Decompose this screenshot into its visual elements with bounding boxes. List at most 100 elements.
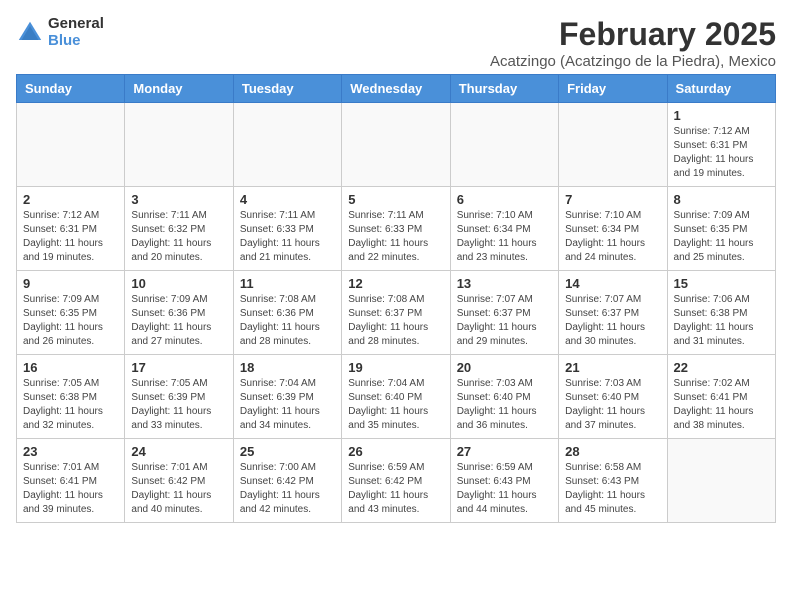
day-info: Sunrise: 7:11 AM Sunset: 6:33 PM Dayligh…: [240, 209, 335, 265]
day-cell-19: 19Sunrise: 7:04 AM Sunset: 6:40 PM Dayli…: [342, 355, 450, 439]
title-area: February 2025 Acatzingo (Acatzingo de la…: [490, 16, 776, 70]
day-header-saturday: Saturday: [667, 75, 775, 103]
day-number: 6: [457, 192, 552, 207]
day-cell-11: 11 Sunrise: 7:08 AM Sunset: 6:36 PM Dayli…: [233, 271, 341, 355]
day-header-tuesday: Tuesday: [233, 75, 341, 103]
calendar-week-2: 2Sunrise: 7:12 AM Sunset: 6:31 PM Daylig…: [17, 187, 776, 271]
logo: General Blue: [16, 16, 104, 49]
day-info: Sunrise: 7:09 AM Sunset: 6:35 PM Dayligh…: [674, 209, 769, 265]
day-number: 16: [23, 360, 118, 375]
day-info: Sunrise: 7:12 AM Sunset: 6:31 PM Dayligh…: [674, 125, 769, 181]
day-header-friday: Friday: [559, 75, 667, 103]
day-cell-3: 3 Sunrise: 7:11 AM Sunset: 6:32 PM Daylig…: [125, 187, 233, 271]
day-cell-2: 2Sunrise: 7:12 AM Sunset: 6:31 PM Daylig…: [17, 187, 125, 271]
day-number: 21: [565, 360, 660, 375]
day-number: 8: [674, 192, 769, 207]
day-info: Sunrise: 7:01 AM Sunset: 6:42 PM Dayligh…: [131, 461, 226, 517]
empty-cell: [667, 439, 775, 523]
day-number: 7: [565, 192, 660, 207]
day-number: 11: [240, 276, 335, 291]
day-cell-20: 20 Sunrise: 7:03 AM Sunset: 6:40 PM Dayli…: [450, 355, 558, 439]
day-info: Sunrise: 7:10 AM Sunset: 6:34 PM Dayligh…: [457, 209, 552, 265]
day-info: Sunrise: 7:10 AM Sunset: 6:34 PM Dayligh…: [565, 209, 660, 265]
day-info: Sunrise: 7:08 AM Sunset: 6:36 PM Dayligh…: [240, 293, 335, 349]
day-info: Sunrise: 7:02 AM Sunset: 6:41 PM Dayligh…: [674, 377, 769, 433]
day-header-sunday: Sunday: [17, 75, 125, 103]
day-info: Sunrise: 6:59 AM Sunset: 6:42 PM Dayligh…: [348, 461, 443, 517]
day-number: 20: [457, 360, 552, 375]
day-info: Sunrise: 7:09 AM Sunset: 6:36 PM Dayligh…: [131, 293, 226, 349]
day-cell-9: 9 Sunrise: 7:09 AM Sunset: 6:35 PM Daylig…: [17, 271, 125, 355]
day-cell-21: 21Sunrise: 7:03 AM Sunset: 6:40 PM Dayli…: [559, 355, 667, 439]
day-number: 14: [565, 276, 660, 291]
logo-general-text: General: [48, 16, 104, 33]
logo-text: General Blue: [48, 16, 104, 49]
day-cell-23: 23 Sunrise: 7:01 AM Sunset: 6:41 PM Dayli…: [17, 439, 125, 523]
day-cell-8: 8 Sunrise: 7:09 AM Sunset: 6:35 PM Daylig…: [667, 187, 775, 271]
day-number: 10: [131, 276, 226, 291]
day-number: 4: [240, 192, 335, 207]
day-cell-7: 7 Sunrise: 7:10 AM Sunset: 6:34 PM Daylig…: [559, 187, 667, 271]
day-info: Sunrise: 7:05 AM Sunset: 6:39 PM Dayligh…: [131, 377, 226, 433]
day-number: 26: [348, 444, 443, 459]
day-number: 25: [240, 444, 335, 459]
day-cell-16: 16 Sunrise: 7:05 AM Sunset: 6:38 PM Dayli…: [17, 355, 125, 439]
day-number: 9: [23, 276, 118, 291]
calendar-header-row: SundayMondayTuesdayWednesdayThursdayFrid…: [17, 75, 776, 103]
calendar-week-3: 9 Sunrise: 7:09 AM Sunset: 6:35 PM Daylig…: [17, 271, 776, 355]
day-info: Sunrise: 7:05 AM Sunset: 6:38 PM Dayligh…: [23, 377, 118, 433]
day-cell-13: 13 Sunrise: 7:07 AM Sunset: 6:37 PM Dayli…: [450, 271, 558, 355]
day-info: Sunrise: 7:01 AM Sunset: 6:41 PM Dayligh…: [23, 461, 118, 517]
day-number: 1: [674, 108, 769, 123]
logo-icon: [16, 19, 44, 47]
day-number: 22: [674, 360, 769, 375]
day-cell-14: 14 Sunrise: 7:07 AM Sunset: 6:37 PM Dayli…: [559, 271, 667, 355]
day-info: Sunrise: 7:09 AM Sunset: 6:35 PM Dayligh…: [23, 293, 118, 349]
day-number: 3: [131, 192, 226, 207]
empty-cell: [559, 103, 667, 187]
empty-cell: [342, 103, 450, 187]
day-cell-4: 4 Sunrise: 7:11 AM Sunset: 6:33 PM Daylig…: [233, 187, 341, 271]
day-info: Sunrise: 7:03 AM Sunset: 6:40 PM Dayligh…: [457, 377, 552, 433]
day-info: Sunrise: 7:04 AM Sunset: 6:39 PM Dayligh…: [240, 377, 335, 433]
day-cell-1: 1 Sunrise: 7:12 AM Sunset: 6:31 PM Daylig…: [667, 103, 775, 187]
logo-blue-text: Blue: [48, 33, 104, 50]
empty-cell: [233, 103, 341, 187]
day-info: Sunrise: 7:11 AM Sunset: 6:33 PM Dayligh…: [348, 209, 443, 265]
day-cell-6: 6 Sunrise: 7:10 AM Sunset: 6:34 PM Daylig…: [450, 187, 558, 271]
page-header: General Blue February 2025 Acatzingo (Ac…: [16, 16, 776, 70]
empty-cell: [125, 103, 233, 187]
day-cell-24: 24Sunrise: 7:01 AM Sunset: 6:42 PM Dayli…: [125, 439, 233, 523]
day-number: 17: [131, 360, 226, 375]
day-cell-5: 5Sunrise: 7:11 AM Sunset: 6:33 PM Daylig…: [342, 187, 450, 271]
day-cell-28: 28Sunrise: 6:58 AM Sunset: 6:43 PM Dayli…: [559, 439, 667, 523]
day-info: Sunrise: 7:07 AM Sunset: 6:37 PM Dayligh…: [457, 293, 552, 349]
calendar-week-1: 1 Sunrise: 7:12 AM Sunset: 6:31 PM Daylig…: [17, 103, 776, 187]
day-cell-18: 18 Sunrise: 7:04 AM Sunset: 6:39 PM Dayli…: [233, 355, 341, 439]
calendar-week-5: 23 Sunrise: 7:01 AM Sunset: 6:41 PM Dayli…: [17, 439, 776, 523]
day-cell-27: 27 Sunrise: 6:59 AM Sunset: 6:43 PM Dayli…: [450, 439, 558, 523]
day-number: 12: [348, 276, 443, 291]
day-info: Sunrise: 7:06 AM Sunset: 6:38 PM Dayligh…: [674, 293, 769, 349]
main-title: February 2025: [490, 16, 776, 53]
day-header-wednesday: Wednesday: [342, 75, 450, 103]
day-number: 19: [348, 360, 443, 375]
day-info: Sunrise: 7:07 AM Sunset: 6:37 PM Dayligh…: [565, 293, 660, 349]
day-number: 2: [23, 192, 118, 207]
day-cell-25: 25Sunrise: 7:00 AM Sunset: 6:42 PM Dayli…: [233, 439, 341, 523]
day-number: 18: [240, 360, 335, 375]
calendar-table: SundayMondayTuesdayWednesdayThursdayFrid…: [16, 74, 776, 523]
day-cell-17: 17 Sunrise: 7:05 AM Sunset: 6:39 PM Dayli…: [125, 355, 233, 439]
day-number: 23: [23, 444, 118, 459]
day-info: Sunrise: 7:08 AM Sunset: 6:37 PM Dayligh…: [348, 293, 443, 349]
empty-cell: [450, 103, 558, 187]
day-header-thursday: Thursday: [450, 75, 558, 103]
day-info: Sunrise: 7:11 AM Sunset: 6:32 PM Dayligh…: [131, 209, 226, 265]
day-number: 15: [674, 276, 769, 291]
day-header-monday: Monday: [125, 75, 233, 103]
day-number: 27: [457, 444, 552, 459]
day-cell-12: 12 Sunrise: 7:08 AM Sunset: 6:37 PM Dayli…: [342, 271, 450, 355]
day-number: 13: [457, 276, 552, 291]
day-cell-10: 10 Sunrise: 7:09 AM Sunset: 6:36 PM Dayli…: [125, 271, 233, 355]
day-info: Sunrise: 6:59 AM Sunset: 6:43 PM Dayligh…: [457, 461, 552, 517]
